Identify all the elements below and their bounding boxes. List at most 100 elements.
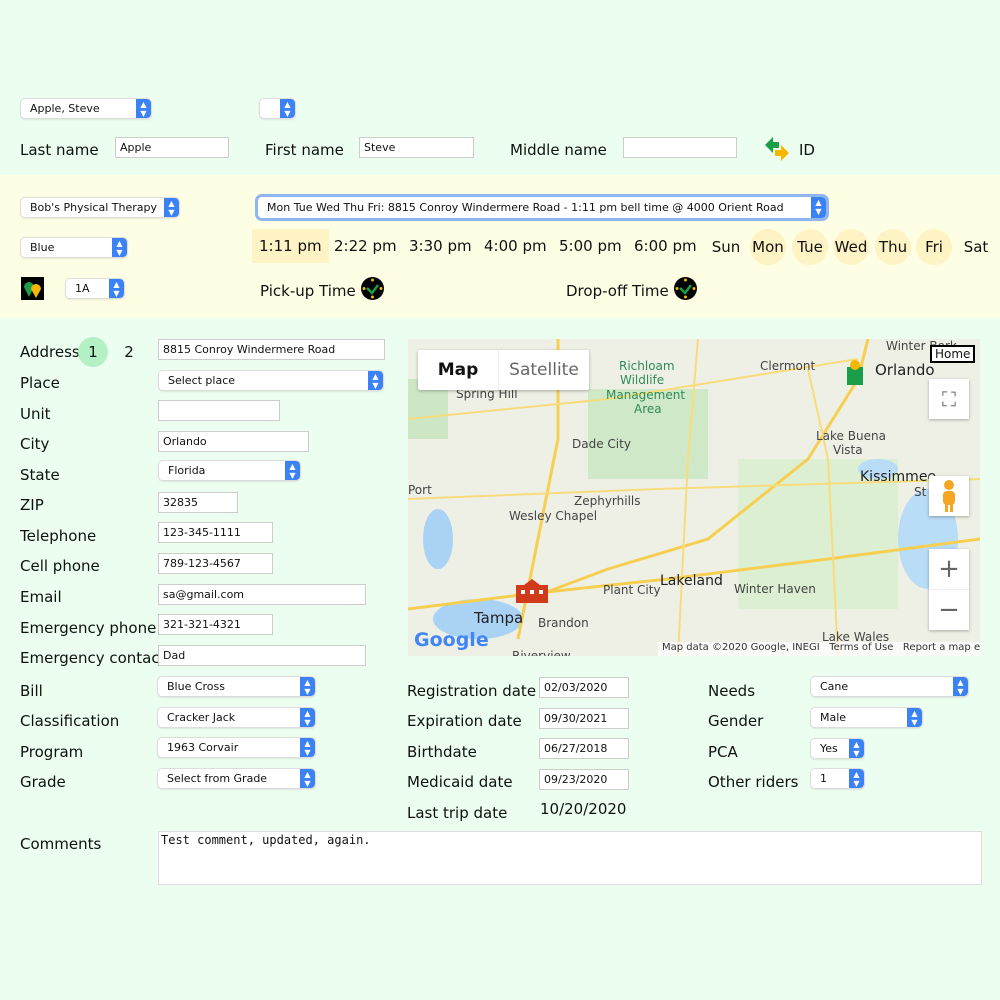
chevron-updown-icon: ▲ ▼ (136, 99, 151, 118)
first-name-input[interactable]: Steve (359, 137, 474, 158)
map-place-label: Port (408, 483, 432, 497)
swap-arrows-icon[interactable] (765, 137, 789, 161)
dropoff-time-label: Drop-off Time (566, 282, 669, 300)
chevron-updown-icon: ▲ ▼ (953, 677, 968, 696)
chevron-updown-icon: ▲ ▼ (164, 198, 179, 217)
pca-value: Yes (820, 742, 838, 755)
time-option[interactable]: 6:00 pm (627, 229, 704, 263)
chevron-updown-icon: ▲ ▼ (907, 708, 922, 727)
google-logo[interactable]: Google (414, 629, 489, 651)
chevron-updown-icon: ▲ ▼ (112, 238, 127, 257)
middle-name-label: Middle name (510, 141, 607, 159)
expiration-date-input[interactable]: 09/30/2021 (539, 708, 629, 729)
time-option[interactable]: 5:00 pm (552, 229, 629, 263)
email-input[interactable]: sa@gmail.com (158, 584, 366, 605)
time-option[interactable]: 4:00 pm (477, 229, 554, 263)
id-label: ID (799, 141, 815, 159)
cell-phone-input[interactable]: 789-123-4567 (158, 553, 273, 574)
gender-select[interactable]: Male ▲ ▼ (811, 708, 922, 727)
telephone-input[interactable]: 123-345-1111 (158, 522, 273, 543)
route-select[interactable]: Mon Tue Wed Thu Fri: 8815 Conroy Winderm… (258, 197, 826, 218)
day-toggle[interactable]: Wed (833, 229, 869, 265)
birthdate-input[interactable]: 06/27/2018 (539, 738, 629, 759)
map-pins-icon[interactable] (21, 277, 44, 300)
emergency-contact-input[interactable]: Dad (158, 645, 366, 666)
home-marker-icon[interactable] (844, 359, 866, 387)
home-marker-label[interactable]: Home (930, 345, 976, 363)
last-trip-date-value: 10/20/2020 (540, 800, 627, 818)
program-select[interactable]: 1963 Corvair ▲ ▼ (158, 738, 315, 757)
needs-value: Cane (820, 680, 849, 693)
color-select[interactable]: Blue ▲ ▼ (21, 238, 127, 257)
bill-select[interactable]: Blue Cross ▲ ▼ (158, 677, 315, 696)
other-riders-label: Other riders (708, 773, 799, 791)
map-attribution: Map data ©2020 Google, INEGI Terms of Us… (658, 642, 980, 656)
day-toggle[interactable]: Mon (750, 229, 786, 265)
chevron-updown-icon: ▲ ▼ (300, 677, 315, 696)
zoom-out-icon[interactable]: − (929, 589, 969, 629)
clock-icon[interactable] (674, 277, 697, 300)
middle-name-input[interactable] (623, 137, 737, 158)
zoom-in-icon[interactable]: + (929, 549, 969, 589)
map-place-label: Dade City (572, 437, 631, 451)
map-place-label: Kissimmee (860, 469, 937, 485)
terms-link[interactable]: Terms of Use (829, 642, 893, 653)
medicaid-date-input[interactable]: 09/23/2020 (539, 769, 629, 790)
unit-input[interactable] (158, 400, 280, 421)
zip-input[interactable]: 32835 (158, 492, 238, 513)
map[interactable]: Winter Bork Orlando Richloam Wildlife Manage… (408, 339, 980, 656)
state-select[interactable]: Florida ▲ ▼ (159, 461, 300, 480)
map-data-text: Map data ©2020 Google, INEGI (662, 642, 820, 653)
destination-building-icon[interactable] (516, 579, 548, 603)
program-label: Program (20, 743, 84, 761)
vehicle-select[interactable]: 1A ▲ ▼ (66, 279, 124, 298)
grade-select[interactable]: Select from Grade ▲ ▼ (158, 769, 315, 788)
time-option[interactable]: 3:30 pm (402, 229, 479, 263)
clock-icon[interactable] (361, 277, 384, 300)
pca-label: PCA (708, 743, 738, 761)
day-toggle[interactable]: Sun (708, 229, 744, 265)
telephone-label: Telephone (20, 527, 97, 545)
comments-textarea[interactable]: Test comment, updated, again. (158, 831, 982, 885)
place-select[interactable]: Select place ▲ ▼ (159, 371, 383, 390)
fullscreen-icon[interactable]: ⛶ (929, 379, 969, 419)
report-link[interactable]: Report a map error (903, 642, 980, 653)
day-toggle[interactable]: Fri (916, 229, 952, 265)
chevron-updown-icon: ▲ ▼ (849, 769, 864, 788)
map-place-label: Area (634, 402, 662, 416)
street-view-pegman-icon[interactable] (929, 476, 969, 516)
map-tab[interactable]: Map (418, 350, 498, 390)
registration-date-input[interactable]: 02/03/2020 (539, 677, 629, 698)
chevron-updown-icon: ▲ ▼ (285, 461, 300, 480)
map-place-label: Wildlife (620, 373, 665, 387)
classification-select[interactable]: Cracker Jack ▲ ▼ (158, 708, 315, 727)
day-toggle[interactable]: Sat (958, 229, 994, 265)
last-name-input[interactable]: Apple (115, 137, 229, 158)
place-value: Select place (168, 374, 236, 387)
map-place-label: Lakeland (660, 573, 723, 589)
chevron-updown-icon: ▲ ▼ (109, 279, 124, 298)
rider-select-value: Apple, Steve (30, 102, 100, 115)
city-input[interactable]: Orlando (158, 431, 309, 452)
classification-label: Classification (20, 712, 120, 730)
time-option[interactable]: 1:11 pm (252, 229, 329, 263)
address-tab-1[interactable]: 1 (78, 337, 108, 367)
emergency-phone-input[interactable]: 321-321-4321 (158, 614, 273, 635)
other-riders-select[interactable]: 1 ▲ ▼ (811, 769, 864, 788)
route-value: Mon Tue Wed Thu Fri: 8815 Conroy Winderm… (267, 201, 784, 214)
small-select[interactable]: ▲ ▼ (260, 99, 295, 118)
agency-select[interactable]: Bob's Physical Therapy ▲ ▼ (21, 198, 179, 217)
rider-select[interactable]: Apple, Steve ▲ ▼ (21, 99, 151, 118)
day-toggle[interactable]: Thu (875, 229, 911, 265)
day-toggle[interactable]: Tue (792, 229, 828, 265)
address-tab-2[interactable]: 2 (114, 337, 144, 367)
place-label: Place (20, 374, 60, 392)
time-option[interactable]: 2:22 pm (327, 229, 404, 263)
needs-select[interactable]: Cane ▲ ▼ (811, 677, 968, 696)
street-input[interactable]: 8815 Conroy Windermere Road (158, 339, 385, 360)
pca-select[interactable]: Yes ▲ ▼ (811, 739, 864, 758)
map-place-label: Orlando (875, 361, 935, 379)
satellite-tab[interactable]: Satellite (498, 350, 589, 390)
city-label: City (20, 435, 50, 453)
map-place-label: Winter Haven (734, 582, 816, 596)
